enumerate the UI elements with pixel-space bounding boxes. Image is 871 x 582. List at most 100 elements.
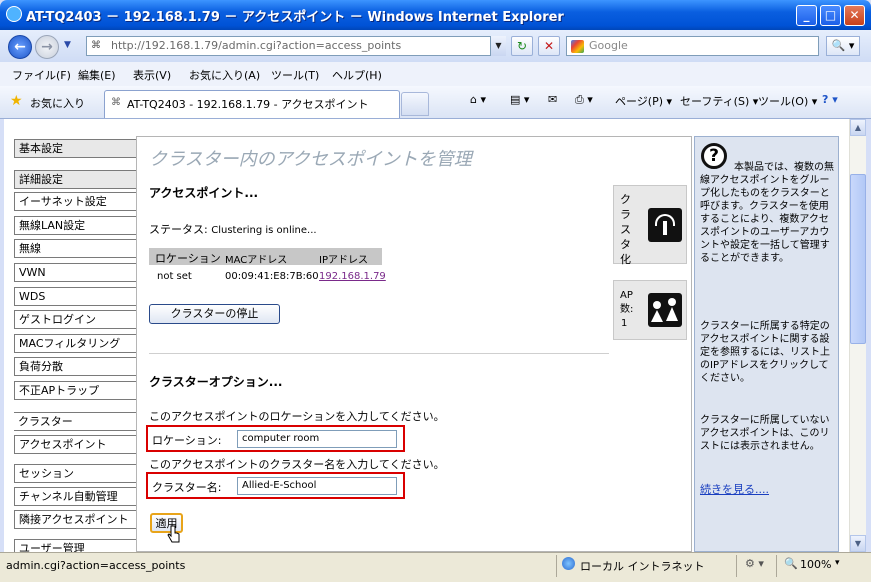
tools-menu-button[interactable]: ツール(O) ▾ bbox=[758, 93, 817, 109]
sidebar-item-load-balance[interactable]: 負荷分散 bbox=[14, 357, 137, 376]
cluster-options-heading: クラスターオプション... bbox=[149, 375, 283, 389]
new-tab-button[interactable] bbox=[401, 92, 429, 116]
sidebar-item-user-mgmt[interactable]: ユーザー管理 bbox=[14, 539, 137, 552]
zoom-level[interactable]: 100% bbox=[800, 558, 831, 571]
status-label: ステータス: bbox=[149, 223, 208, 236]
google-icon bbox=[571, 40, 584, 53]
divider bbox=[149, 353, 609, 354]
cluster-name-input[interactable]: Allied-E-School bbox=[237, 477, 397, 495]
page-viewport: 基本設定 詳細設定 イーサネット設定 無線LAN設定 無線 VWN WDS ゲス… bbox=[4, 119, 849, 552]
status-zone: ローカル イントラネット bbox=[580, 560, 705, 573]
vertical-scrollbar[interactable]: ▲ ▼ bbox=[849, 119, 866, 552]
clustered-label: クラスタ化 bbox=[620, 193, 631, 266]
sidebar-item-mac-filter[interactable]: MACフィルタリング bbox=[14, 334, 137, 353]
search-button[interactable]: 🔍 ▾ bbox=[826, 36, 860, 56]
content-panel: クラスター内のアクセスポイントを管理 アクセスポイント... ステータス: Cl… bbox=[136, 136, 692, 552]
history-dropdown-icon[interactable]: ▼ bbox=[64, 40, 71, 50]
intranet-globe-icon bbox=[562, 557, 575, 570]
favorites-star-icon[interactable]: ★ bbox=[10, 93, 23, 109]
address-dropdown-button[interactable]: ▼ bbox=[490, 36, 506, 56]
more-link[interactable]: 続きを見る.... bbox=[700, 481, 769, 497]
sidebar-item-vwn[interactable]: VWN bbox=[14, 263, 137, 282]
protected-mode-icon[interactable]: ⚙ ▾ bbox=[745, 557, 764, 570]
sidebar-item-guest-login[interactable]: ゲストログイン bbox=[14, 310, 137, 329]
search-placeholder: Google bbox=[589, 39, 628, 52]
sidebar-item-wireless[interactable]: 無線 bbox=[14, 239, 137, 258]
sidebar-item-cluster[interactable]: クラスター bbox=[14, 412, 137, 431]
sidebar-item-wlan[interactable]: 無線LAN設定 bbox=[14, 216, 137, 235]
ap-section-heading: アクセスポイント... bbox=[149, 186, 259, 200]
help-text-intro: 本製品では、複数の無線アクセスポイントをグループ化したものをクラスターと呼びます… bbox=[700, 162, 834, 264]
table-cell-mac: 00:09:41:E8:7B:60 bbox=[225, 271, 319, 282]
stop-button[interactable]: ✕ bbox=[538, 36, 560, 56]
menu-edit[interactable]: 編集(E) bbox=[78, 67, 116, 83]
sidebar-item-wds[interactable]: WDS bbox=[14, 287, 137, 306]
search-input[interactable]: Google bbox=[566, 36, 819, 56]
sidebar-item-advanced[interactable]: 詳細設定 bbox=[14, 170, 137, 189]
sidebar-item-access-points[interactable]: アクセスポイント bbox=[14, 435, 137, 454]
page-title: クラスター内のアクセスポイントを管理 bbox=[149, 149, 472, 170]
sidebar-item-sessions[interactable]: セッション bbox=[14, 464, 137, 483]
clustered-status-box: クラスタ化 bbox=[613, 185, 687, 266]
minimize-button[interactable]: _ bbox=[796, 5, 817, 26]
help-icon[interactable]: ? ▾ bbox=[822, 93, 838, 106]
home-button[interactable]: ⌂ ▾ bbox=[470, 93, 486, 106]
ap-count-value: 1 bbox=[621, 318, 628, 329]
location-prompt: このアクセスポイントのロケーションを入力してください。 bbox=[149, 410, 445, 423]
stop-cluster-button[interactable]: クラスターの停止 bbox=[149, 304, 280, 324]
ap-ip-link[interactable]: 192.168.1.79 bbox=[319, 271, 386, 282]
ie-icon bbox=[6, 6, 22, 22]
help-text-ip: クラスターに所属する特定のアクセスポイントに関する設定を参照するには、リスト上の… bbox=[700, 321, 830, 384]
location-label: ロケーション: bbox=[152, 434, 222, 447]
back-button[interactable]: ← bbox=[8, 35, 32, 59]
menu-favorites[interactable]: お気に入り(A) bbox=[189, 67, 260, 83]
page-favicon-icon: ⌘ bbox=[91, 40, 101, 51]
ap-group-icon bbox=[648, 293, 682, 327]
mail-button[interactable]: ✉ bbox=[548, 93, 557, 106]
status-line: ステータス: Clustering is online... bbox=[149, 221, 317, 237]
help-text-unclustered: クラスターに所属していないアクセスポイントは、このリストには表示されません。 bbox=[700, 415, 830, 452]
menu-help[interactable]: ヘルプ(H) bbox=[332, 67, 382, 83]
zoom-dropdown-icon[interactable]: ▾ bbox=[835, 558, 840, 568]
favorites-button[interactable]: お気に入り bbox=[30, 95, 85, 111]
tab-active[interactable]: ⌘ AT-TQ2403 - 192.168.1.79 - アクセスポイント bbox=[104, 90, 400, 118]
feeds-button[interactable]: ▤ ▾ bbox=[510, 93, 529, 106]
location-input[interactable]: computer room bbox=[237, 430, 397, 448]
forward-button[interactable]: → bbox=[35, 35, 59, 59]
help-panel: ? 本製品では、複数の無線アクセスポイントをグループ化したものをクラスターと呼び… bbox=[694, 136, 839, 552]
status-divider bbox=[556, 555, 557, 577]
close-button[interactable]: ✕ bbox=[844, 5, 865, 26]
table-cell-location: not set bbox=[157, 271, 192, 282]
print-button[interactable]: ⎙ ▾ bbox=[575, 93, 593, 107]
tab-favicon-icon: ⌘ bbox=[111, 97, 121, 108]
address-input[interactable]: ⌘ http://192.168.1.79/admin.cgi?action=a… bbox=[86, 36, 506, 56]
page-menu-button[interactable]: ページ(P) ▾ bbox=[615, 93, 672, 109]
sidebar-item-channel-mgmt[interactable]: チャンネル自動管理 bbox=[14, 487, 137, 506]
ap-count-label: AP数: bbox=[620, 290, 634, 315]
column-header-mac: MACアドレス bbox=[225, 255, 288, 266]
menu-view[interactable]: 表示(V) bbox=[133, 67, 171, 83]
ap-count-box: AP数: 1 bbox=[613, 280, 687, 340]
column-header-location: ロケーション bbox=[155, 252, 221, 265]
sidebar-item-ethernet[interactable]: イーサネット設定 bbox=[14, 192, 137, 211]
menu-bar bbox=[0, 62, 871, 87]
safety-menu-button[interactable]: セーフティ(S) ▾ bbox=[680, 93, 758, 109]
refresh-button[interactable]: ↻ bbox=[511, 36, 533, 56]
cluster-name-label: クラスター名: bbox=[152, 481, 222, 494]
sidebar-item-basic[interactable]: 基本設定 bbox=[14, 139, 137, 158]
scroll-down-icon[interactable]: ▼ bbox=[850, 535, 866, 552]
menu-tools[interactable]: ツール(T) bbox=[271, 67, 319, 83]
zoom-icon[interactable]: 🔍 bbox=[784, 557, 798, 570]
maximize-button[interactable]: □ bbox=[820, 5, 841, 26]
sidebar-item-neighbor-ap[interactable]: 隣接アクセスポイント bbox=[14, 510, 137, 529]
menu-file[interactable]: ファイル(F) bbox=[12, 67, 71, 83]
cluster-antenna-icon bbox=[648, 208, 682, 242]
tab-label: AT-TQ2403 - 192.168.1.79 - アクセスポイント bbox=[127, 98, 369, 111]
cluster-name-prompt: このアクセスポイントのクラスター名を入力してください。 bbox=[149, 458, 445, 471]
scroll-up-icon[interactable]: ▲ bbox=[850, 119, 866, 136]
scroll-thumb[interactable] bbox=[850, 174, 866, 344]
status-value: Clustering is online... bbox=[211, 225, 317, 236]
status-divider bbox=[736, 555, 737, 577]
window-title: AT-TQ2403 － 192.168.1.79 － アクセスポイント － Wi… bbox=[26, 10, 564, 25]
sidebar-item-rogue-ap[interactable]: 不正APトラップ bbox=[14, 381, 137, 400]
